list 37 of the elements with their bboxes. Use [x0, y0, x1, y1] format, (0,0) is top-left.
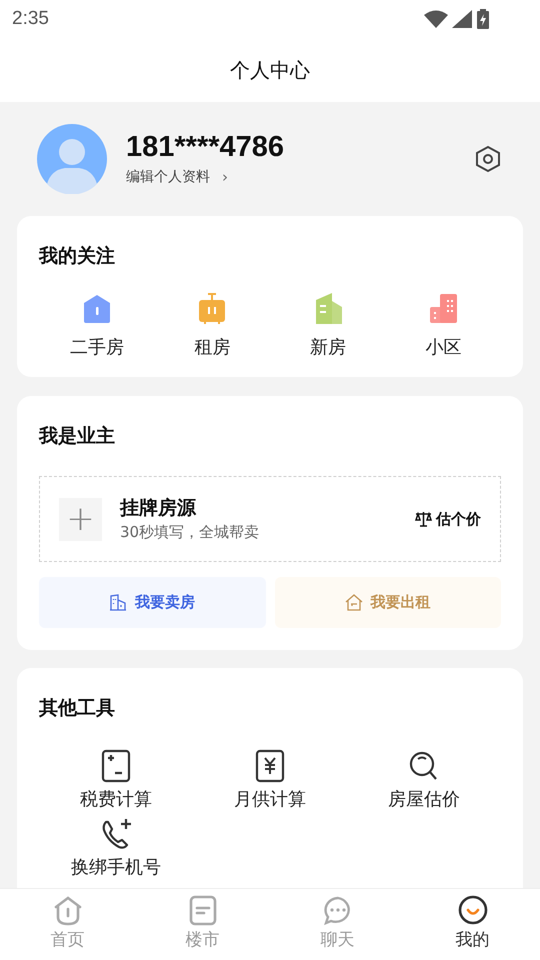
tool-item[interactable]: 税费计算	[39, 748, 193, 812]
battery-icon	[476, 9, 490, 29]
follow-item[interactable]: 小区	[386, 292, 501, 360]
phone-number: 181****4786	[126, 130, 286, 164]
listing-title: 挂牌房源	[120, 496, 198, 521]
section-title: 我的关注	[39, 244, 116, 269]
follow-item[interactable]: 新房	[270, 292, 386, 360]
smile-icon	[458, 895, 488, 926]
sell-house-button[interactable]: 我要卖房	[39, 577, 266, 628]
page-title: 个人中心	[230, 57, 310, 84]
follow-item[interactable]: 租房	[154, 292, 270, 360]
home-icon	[52, 895, 82, 926]
status-time: 2:35	[12, 6, 49, 31]
tool-item[interactable]: 月供计算	[193, 748, 347, 812]
yen-document-icon	[254, 748, 286, 782]
listing-panel[interactable]: + 挂牌房源 30秒填写，全城帮卖 估个价	[39, 476, 501, 562]
phone-plus-icon	[100, 816, 132, 850]
document-icon	[188, 895, 218, 926]
calculator-icon	[100, 748, 132, 782]
scale-icon	[415, 511, 432, 527]
estimate-button[interactable]: 估个价	[415, 508, 481, 530]
wifi-icon	[424, 10, 448, 28]
house-icon	[345, 594, 364, 611]
section-title: 我是业主	[39, 424, 116, 448]
listing-subtitle: 30秒填写，全城帮卖	[120, 522, 260, 543]
tool-item[interactable]: 房屋估价	[347, 748, 501, 812]
tab-item[interactable]: 我的	[405, 889, 540, 960]
avatar-icon	[37, 124, 107, 194]
tool-item[interactable]: 换绑手机号	[39, 816, 193, 880]
settings-icon[interactable]	[475, 145, 501, 173]
follow-item[interactable]: 二手房	[39, 292, 154, 360]
chevron-icon: ›	[222, 166, 228, 188]
signal-icon	[452, 10, 472, 28]
building-icon	[110, 594, 128, 611]
chat-icon	[322, 895, 352, 926]
section-title: 其他工具	[39, 696, 116, 721]
edit-profile-link[interactable]: 编辑个人资料	[126, 166, 210, 188]
